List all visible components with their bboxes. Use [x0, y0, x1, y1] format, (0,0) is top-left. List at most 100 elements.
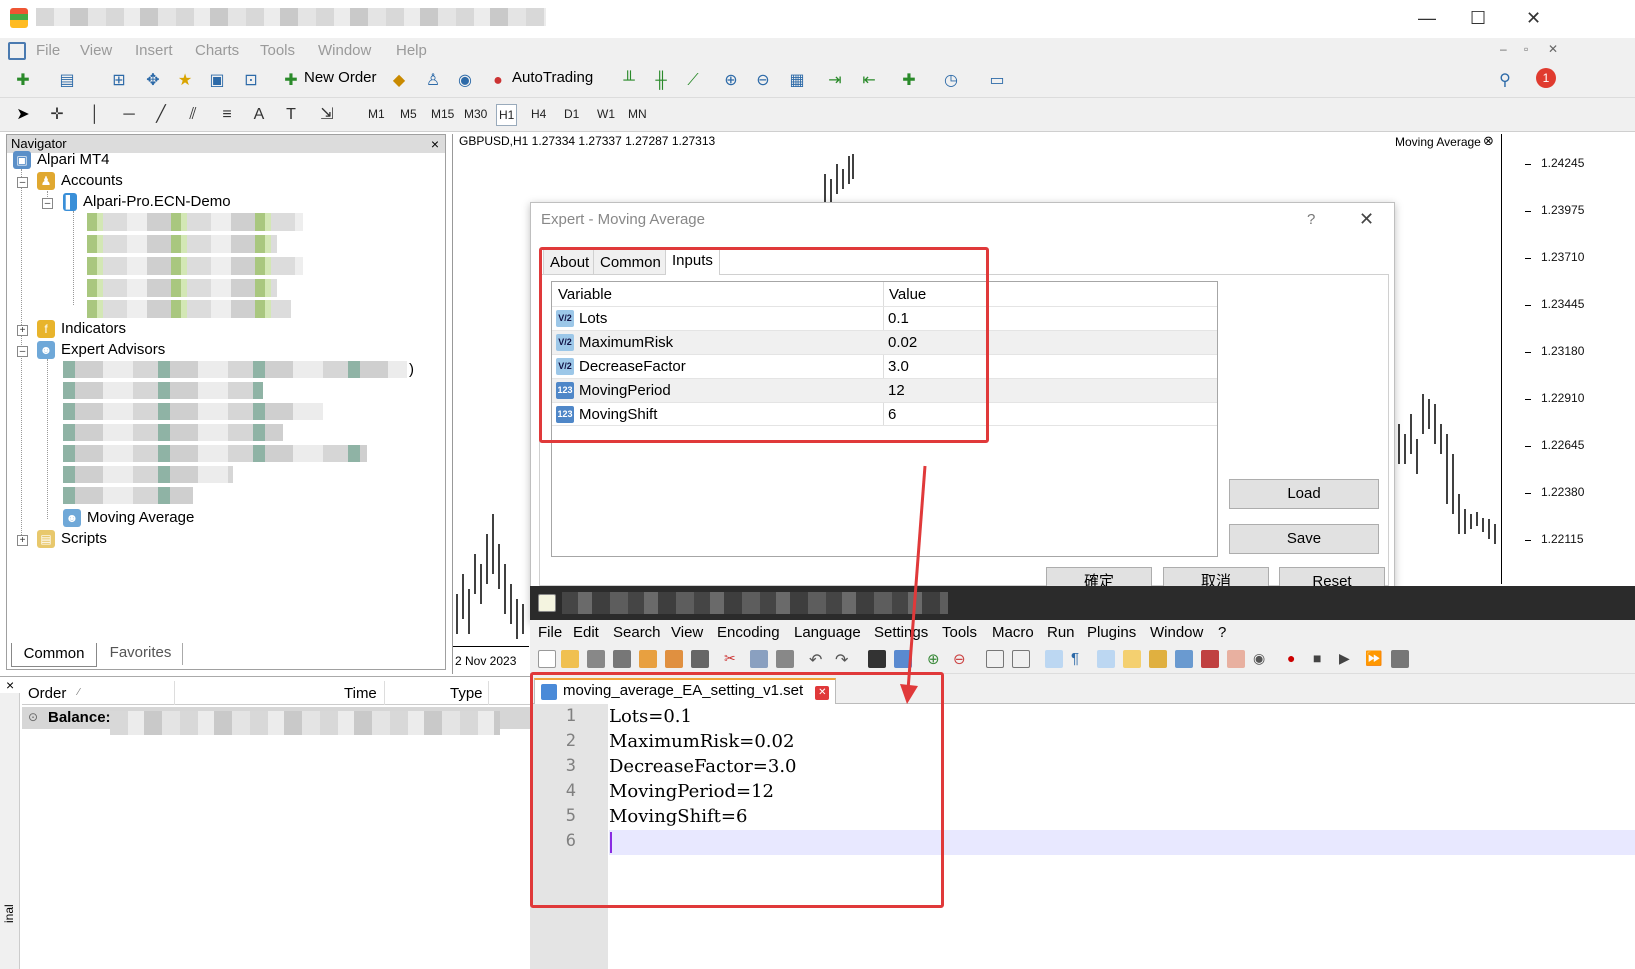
np-monitor-icon[interactable]: ◉ [1253, 650, 1271, 668]
np-menu-language[interactable]: Language [794, 624, 861, 641]
mdi-minimize-icon[interactable]: – [1500, 42, 1507, 56]
search-icon[interactable]: ⚲ [1494, 70, 1516, 92]
np-menu-plugins[interactable]: Plugins [1087, 624, 1136, 641]
periods-icon[interactable]: ◷ [940, 70, 962, 92]
np-play-icon[interactable]: ▶ [1339, 650, 1357, 668]
scripts-expander[interactable]: + [17, 535, 28, 546]
np-copy-icon[interactable] [750, 650, 768, 668]
np-play-multi-icon[interactable]: ⏩ [1365, 650, 1383, 668]
close-icon[interactable]: ✕ [1526, 8, 1541, 29]
line-chart-icon[interactable]: ⟋ [682, 70, 704, 92]
np-undo-icon[interactable]: ↶ [809, 650, 827, 669]
menu-tools[interactable]: Tools [260, 42, 295, 59]
tab-common[interactable]: Common [11, 643, 97, 667]
np-menu-window[interactable]: Window [1150, 624, 1203, 641]
indicators-expander[interactable]: + [17, 325, 28, 336]
np-doc-map-icon[interactable] [1149, 650, 1167, 668]
tf-d1[interactable]: D1 [564, 107, 579, 121]
tree-account[interactable]: ▌ Alpari-Pro.ECN-Demo [63, 193, 231, 212]
col-type[interactable]: Type [450, 685, 483, 702]
np-new-icon[interactable] [538, 650, 556, 668]
strategy-tester-icon[interactable]: ⊡ [240, 70, 262, 92]
mdi-restore-icon[interactable]: ▫ [1524, 42, 1528, 56]
tf-w1[interactable]: W1 [597, 107, 615, 121]
np-menu-settings[interactable]: Settings [874, 624, 928, 641]
np-menu-view[interactable]: View [671, 624, 703, 641]
np-stop-icon[interactable]: ■ [1313, 650, 1331, 668]
np-menu-tools[interactable]: Tools [942, 624, 977, 641]
new-chart-icon[interactable]: ✚ [12, 70, 34, 92]
maximize-icon[interactable]: ☐ [1470, 8, 1486, 29]
np-zoom-out-icon[interactable]: ⊖ [953, 650, 971, 668]
text-icon[interactable]: A [248, 104, 270, 126]
terminal-close-icon[interactable]: × [6, 677, 14, 693]
accounts-expander[interactable]: – [17, 177, 28, 188]
metaeditor-icon[interactable]: ◆ [388, 70, 410, 92]
text-label-icon[interactable]: T [280, 104, 302, 126]
trendline-icon[interactable]: ╱ [150, 104, 172, 126]
np-open-icon[interactable] [561, 650, 579, 668]
new-order-button[interactable]: New Order [304, 69, 377, 86]
help-icon[interactable]: ? [1307, 211, 1315, 228]
np-sync-h-icon[interactable] [1012, 650, 1030, 668]
load-button[interactable]: Load [1229, 479, 1379, 509]
np-record-icon[interactable]: ● [1287, 650, 1305, 668]
menu-window[interactable]: Window [318, 42, 371, 59]
data-window-icon[interactable]: ✥ [142, 70, 164, 92]
notification-badge[interactable]: 1 [1536, 68, 1556, 88]
market-watch-icon[interactable]: ⊞ [108, 70, 130, 92]
np-close-all-icon[interactable] [665, 650, 683, 668]
np-save-icon[interactable] [587, 650, 605, 668]
autotrading-button[interactable]: AutoTrading [512, 69, 593, 86]
tf-m30[interactable]: M30 [464, 107, 487, 121]
np-replace-icon[interactable] [894, 650, 912, 668]
equidistant-channel-icon[interactable]: ⫽ [182, 104, 204, 126]
autotrading-icon[interactable]: ● [487, 70, 509, 92]
np-paste-icon[interactable] [776, 650, 794, 668]
np-menu-search[interactable]: Search [613, 624, 661, 641]
minimize-icon[interactable]: — [1418, 8, 1436, 29]
col-order[interactable]: Order [28, 685, 66, 702]
menu-file[interactable]: File [36, 42, 60, 59]
tf-m15[interactable]: M15 [431, 107, 454, 121]
tree-expert-advisors[interactable]: ☻ Expert Advisors [37, 341, 165, 360]
np-udl-icon[interactable] [1123, 650, 1141, 668]
np-menu-macro[interactable]: Macro [992, 624, 1034, 641]
candlestick-icon[interactable]: ╫ [650, 70, 672, 92]
tree-accounts[interactable]: ♟ Accounts [37, 172, 123, 191]
col-time[interactable]: Time [344, 685, 377, 702]
crosshair-icon[interactable]: ✛ [46, 104, 68, 126]
np-print-icon[interactable] [691, 650, 709, 668]
autoscroll-icon[interactable]: ⇥ [824, 70, 846, 92]
account-expander[interactable]: – [42, 198, 53, 209]
np-save-all-icon[interactable] [613, 650, 631, 668]
fibonacci-icon[interactable]: ≡ [216, 104, 238, 126]
indicators-list-icon[interactable]: ✚ [898, 70, 920, 92]
zoom-out-icon[interactable]: ⊖ [752, 70, 774, 92]
save-button[interactable]: Save [1229, 524, 1379, 554]
balance-row[interactable]: ⊙ Balance: [22, 707, 560, 735]
np-folder-ws-icon[interactable] [1201, 650, 1219, 668]
menu-charts[interactable]: Charts [195, 42, 239, 59]
tf-h1[interactable]: H1 [496, 104, 518, 126]
navigator-close-icon[interactable]: × [431, 135, 439, 153]
profiles-icon[interactable]: ▤ [56, 70, 78, 92]
vertical-line-icon[interactable]: │ [84, 104, 106, 126]
np-wordwrap-icon[interactable] [1045, 650, 1063, 668]
tf-m5[interactable]: M5 [400, 107, 417, 121]
np-menu-encoding[interactable]: Encoding [717, 624, 780, 641]
tf-m1[interactable]: M1 [368, 107, 385, 121]
chart-shift-icon[interactable]: ⇤ [858, 70, 880, 92]
np-menu-help[interactable]: ? [1218, 624, 1226, 641]
tf-mn[interactable]: MN [628, 107, 647, 121]
experts-expander[interactable]: – [17, 346, 28, 357]
np-close-icon[interactable] [639, 650, 657, 668]
np-func-list-icon[interactable] [1175, 650, 1193, 668]
np-menu-file[interactable]: File [538, 624, 562, 641]
menu-insert[interactable]: Insert [135, 42, 173, 59]
dialog-close-icon[interactable]: ✕ [1359, 209, 1374, 230]
np-menu-run[interactable]: Run [1047, 624, 1075, 641]
np-cut-icon[interactable]: ✂ [724, 650, 742, 668]
np-zoom-in-icon[interactable]: ⊕ [927, 650, 945, 668]
tab-favorites[interactable]: Favorites [99, 643, 183, 665]
